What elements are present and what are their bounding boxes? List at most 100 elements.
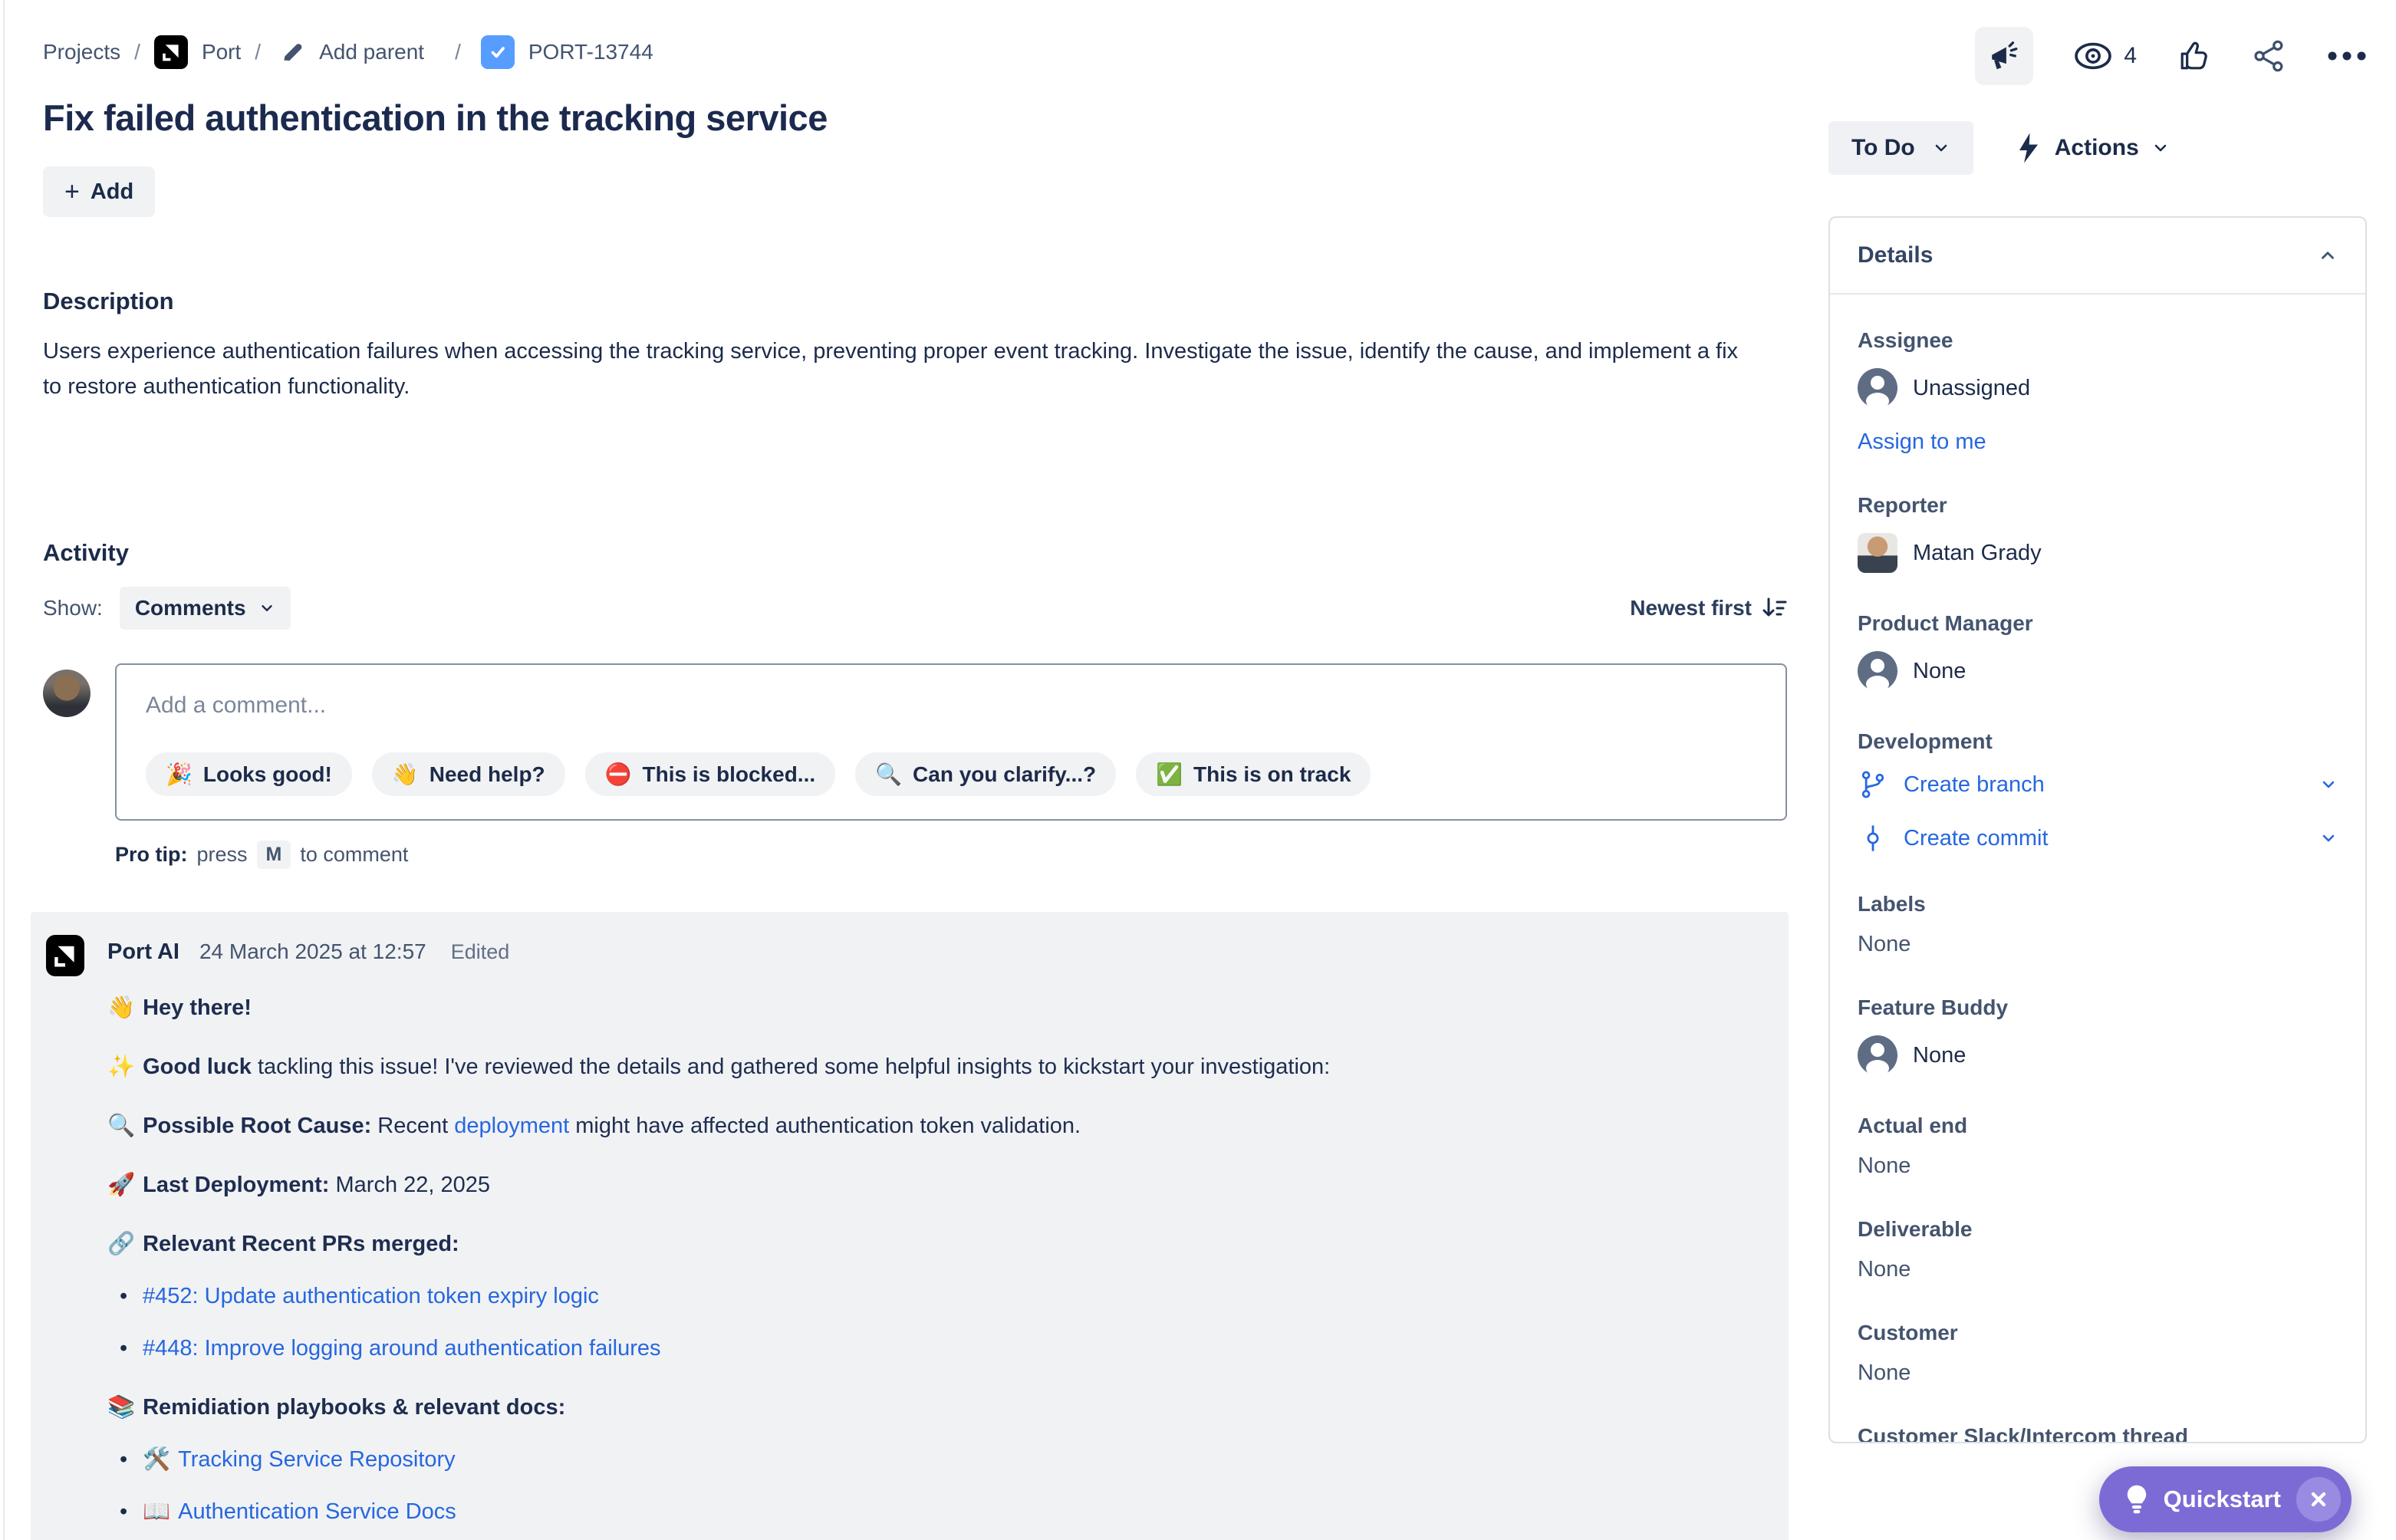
ellipsis-icon xyxy=(2327,51,2367,61)
default-avatar-icon xyxy=(1858,368,1897,408)
customer-value[interactable]: None xyxy=(1858,1361,2338,1386)
port-ai-avatar xyxy=(46,935,84,976)
magnifier-emoji: 🔍 xyxy=(107,1114,135,1138)
comment-intro: ✨Good luck tackling this issue! I've rev… xyxy=(107,1051,1758,1083)
default-avatar-icon xyxy=(1858,651,1897,691)
breadcrumb-separator: / xyxy=(134,40,140,64)
main-column: Projects / Port / Add parent / PORT-1374… xyxy=(0,0,1824,1540)
toolbar-icon-row: 4 xyxy=(1828,28,2367,84)
create-branch-button[interactable]: Create branch xyxy=(1858,769,2338,800)
quick-reply-on-track[interactable]: ✅ This is on track xyxy=(1136,752,1371,796)
rocket-emoji: 🚀 xyxy=(107,1173,135,1197)
comment-timestamp[interactable]: 24 March 2025 at 12:57 xyxy=(199,939,426,964)
megaphone-icon xyxy=(1986,38,2022,74)
quickstart-close-button[interactable] xyxy=(2296,1477,2341,1522)
share-button[interactable] xyxy=(2252,38,2287,74)
chevron-up-icon[interactable] xyxy=(2318,245,2338,265)
port-logo-icon xyxy=(154,35,188,69)
wave-emoji: 👋 xyxy=(107,995,135,1020)
default-avatar-icon xyxy=(1858,1035,1897,1075)
auth-docs-link[interactable]: Authentication Service Docs xyxy=(178,1499,456,1524)
git-branch-icon xyxy=(1858,769,1888,800)
git-commit-icon xyxy=(1858,823,1888,854)
show-label: Show: xyxy=(43,596,103,620)
breadcrumb-add-parent[interactable]: Add parent xyxy=(319,40,424,64)
more-options-button[interactable] xyxy=(2327,51,2367,61)
reporter-value[interactable]: Matan Grady xyxy=(1858,533,2338,573)
status-dropdown[interactable]: To Do xyxy=(1828,121,1973,175)
quick-reply-clarify[interactable]: 🔍 Can you clarify...? xyxy=(855,752,1116,796)
add-button[interactable]: + Add xyxy=(43,166,155,217)
details-title: Details xyxy=(1858,242,1933,268)
issue-page: Projects / Port / Add parent / PORT-1374… xyxy=(0,0,2396,1540)
docs-list: 🛠️Tracking Service Repository 📖Authentic… xyxy=(107,1443,1758,1528)
chevron-down-icon xyxy=(258,600,275,617)
tracking-repo-link[interactable]: Tracking Service Repository xyxy=(178,1447,456,1472)
chevron-down-icon xyxy=(2319,829,2338,847)
actions-dropdown[interactable]: Actions xyxy=(2015,132,2170,164)
breadcrumb-port[interactable]: Port xyxy=(202,40,241,64)
comments-filter-dropdown[interactable]: Comments xyxy=(120,587,291,630)
current-user-avatar xyxy=(43,670,91,717)
pr-list: #452: Update authentication token expiry… xyxy=(107,1280,1758,1364)
deployment-link[interactable]: deployment xyxy=(454,1114,569,1138)
comment-input-box[interactable]: Add a comment... 🎉 Looks good! 👋 Need he… xyxy=(115,663,1787,821)
lightbulb-icon xyxy=(2125,1484,2148,1515)
field-customer: Customer None xyxy=(1858,1321,2338,1386)
watch-button[interactable]: 4 xyxy=(2073,40,2137,72)
activity-controls: Show: Comments Newest first xyxy=(43,587,1787,630)
field-deliverable: Deliverable None xyxy=(1858,1217,2338,1282)
breadcrumb-issue-key[interactable]: PORT-13744 xyxy=(528,40,653,64)
add-button-label: Add xyxy=(91,179,133,205)
task-type-icon xyxy=(481,35,515,69)
labels-value[interactable]: None xyxy=(1858,932,2338,957)
activity-heading: Activity xyxy=(43,539,1787,567)
assignee-value[interactable]: Unassigned xyxy=(1858,368,2338,408)
comment-author: Port AI xyxy=(107,939,179,965)
comment-port-ai: Port AI 24 March 2025 at 12:57 Edited 👋H… xyxy=(31,912,1789,1540)
details-body: Assignee Unassigned Assign to me Reporte… xyxy=(1830,295,2365,1443)
chevron-down-icon xyxy=(2319,775,2338,794)
sort-order-button[interactable]: Newest first xyxy=(1630,596,1787,620)
comment-docs-heading: 📚Remidiation playbooks & relevant docs: xyxy=(107,1391,1758,1423)
chevron-down-icon xyxy=(2151,139,2170,157)
right-sidebar: 4 To Do Actions xyxy=(1824,0,2396,1540)
plus-icon: + xyxy=(64,179,80,205)
breadcrumb-projects[interactable]: Projects xyxy=(43,40,120,64)
watch-count: 4 xyxy=(2124,43,2137,69)
breadcrumb-separator: / xyxy=(455,40,461,64)
status-value: To Do xyxy=(1851,135,1915,161)
party-emoji: 🎉 xyxy=(166,762,193,787)
lightning-icon xyxy=(2015,132,2042,164)
feedback-button[interactable] xyxy=(1975,27,2033,85)
quick-reply-blocked[interactable]: ⛔ This is blocked... xyxy=(585,752,836,796)
details-header[interactable]: Details xyxy=(1830,218,2365,295)
tools-emoji: 🛠️ xyxy=(143,1447,170,1472)
link-emoji: 🔗 xyxy=(107,1232,135,1256)
assign-to-me-link[interactable]: Assign to me xyxy=(1858,429,1986,455)
magnifier-emoji: 🔍 xyxy=(875,762,902,787)
quickstart-button[interactable]: Quickstart xyxy=(2099,1466,2352,1532)
create-commit-button[interactable]: Create commit xyxy=(1858,823,2338,854)
deliverable-value[interactable]: None xyxy=(1858,1257,2338,1282)
comment-root-cause: 🔍Possible Root Cause: Recent deployment … xyxy=(107,1110,1758,1142)
field-reporter: Reporter Matan Grady xyxy=(1858,493,2338,573)
quick-reply-need-help[interactable]: 👋 Need help? xyxy=(372,752,565,796)
page-title: Fix failed authentication in the trackin… xyxy=(43,97,1787,139)
breadcrumb-separator: / xyxy=(255,40,261,64)
comment-input[interactable]: Add a comment... xyxy=(146,693,1756,719)
check-emoji: ✅ xyxy=(1156,762,1183,787)
product-manager-value[interactable]: None xyxy=(1858,651,2338,691)
chevron-down-icon xyxy=(1932,139,1950,157)
list-item: #452: Update authentication token expiry… xyxy=(107,1280,1758,1312)
field-labels: Labels None xyxy=(1858,892,2338,957)
quick-reply-looks-good[interactable]: 🎉 Looks good! xyxy=(146,752,352,796)
actual-end-value[interactable]: None xyxy=(1858,1153,2338,1179)
pr-448-link[interactable]: #448: Improve logging around authenticat… xyxy=(143,1336,661,1361)
sort-descending-icon xyxy=(1761,596,1787,620)
sparkles-emoji: ✨ xyxy=(107,1055,135,1079)
pr-452-link[interactable]: #452: Update authentication token expiry… xyxy=(143,1284,599,1308)
feature-buddy-value[interactable]: None xyxy=(1858,1035,2338,1075)
close-icon xyxy=(2309,1490,2328,1509)
like-button[interactable] xyxy=(2177,38,2212,74)
